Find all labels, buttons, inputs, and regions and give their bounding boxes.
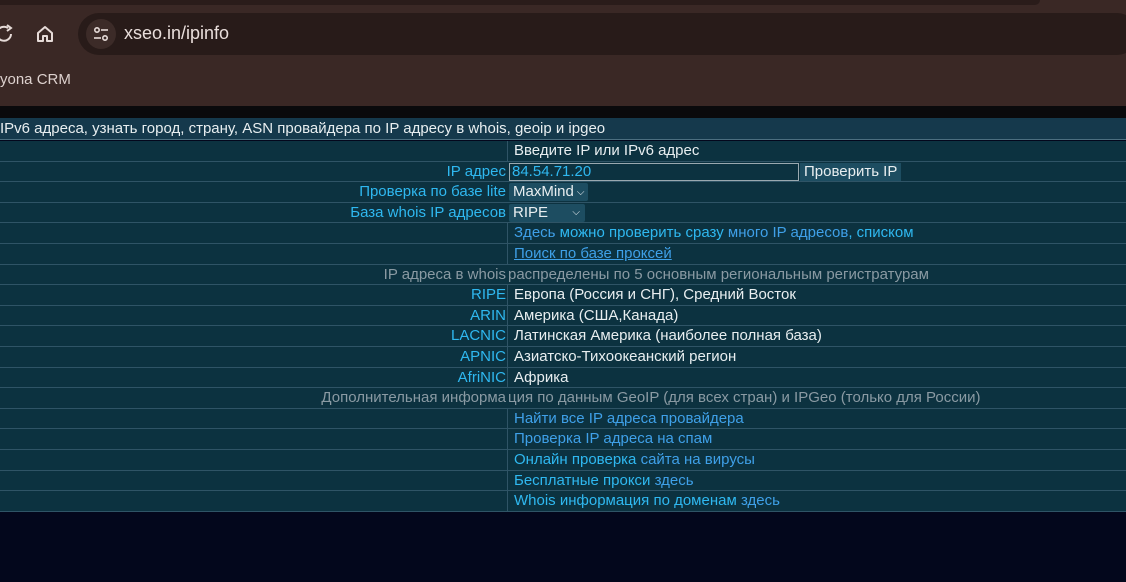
ip-input[interactable]: [509, 162, 799, 181]
check-ip-button[interactable]: Проверить IP: [800, 162, 902, 181]
browser-chrome: xseo.in/ipinfo yona CRM: [0, 0, 1126, 106]
chevron-down-icon: ⌵: [572, 206, 580, 218]
registry-desc: Африка: [507, 367, 1126, 388]
table-row: Проверка по базе lite MaxMind ⌵: [0, 182, 1126, 203]
free-proxy-link[interactable]: здесь: [650, 472, 694, 489]
table-row: Whois информация по доменам здесь: [0, 491, 1126, 512]
table-row: Введите IP или IPv6 адрес: [0, 141, 1126, 162]
registry-desc: Азиатско-Тихоокеанский регион: [507, 346, 1126, 367]
table-row: AfriNIC Африка: [0, 367, 1126, 389]
whois-select[interactable]: RIPE ⌵: [509, 203, 585, 222]
table-row: IP адреса в whois распределены по 5 осно…: [0, 264, 1126, 286]
table-row: ARIN Америка (США,Канада): [0, 305, 1126, 327]
table-row: APNIC Азиатско-Тихоокеанский регион: [0, 346, 1126, 368]
whois-label: База whois IP адресов: [350, 203, 506, 221]
table-row: Здесь можно проверить сразу много IP адр…: [0, 223, 1126, 244]
whois-domains-link[interactable]: здесь: [737, 492, 780, 509]
find-all-ips-link[interactable]: Найти все IP адреса провайдера: [514, 410, 744, 427]
site-info-icon[interactable]: [86, 19, 116, 49]
multi-ip-link-here[interactable]: Здесь: [514, 224, 555, 241]
registry-name: APNIC: [460, 347, 506, 365]
registry-name: ARIN: [470, 306, 506, 324]
online-check-link[interactable]: Онлайн проверка: [514, 451, 636, 468]
registries-header-a: IP адреса в whois: [383, 265, 506, 283]
table-row: IP адрес Проверить IP: [0, 161, 1126, 183]
ip-prompt: Введите IP или IPv6 адрес: [507, 141, 1126, 161]
home-icon[interactable]: [31, 20, 59, 48]
registry-desc: Латинская Америка (наиболее полная база): [507, 326, 1126, 346]
registry-name: RIPE: [470, 286, 506, 304]
chevron-down-icon: ⌵: [576, 187, 585, 199]
page-top-bar: [0, 106, 1126, 118]
table-row: Онлайн проверка сайта на вирусы: [0, 449, 1126, 471]
spam-check-link[interactable]: Проверка IP адреса на спам: [514, 430, 712, 447]
proxy-search-link[interactable]: Поиск по базе проксей: [514, 245, 672, 262]
table-row: Бесплатные прокси здесь: [0, 470, 1126, 492]
page-title: IPv6 адреса, узнать город, страну, ASN п…: [0, 118, 1126, 140]
table-row: База whois IP адресов RIPE ⌵: [0, 202, 1126, 224]
tab-strip-edge: [0, 0, 1040, 5]
free-proxy-label: Бесплатные прокси: [514, 471, 651, 489]
virus-check-link[interactable]: сайта на вирусы: [636, 451, 755, 468]
table-row: Дополнительная информа ция по данным Geo…: [0, 388, 1126, 409]
registry-desc: Америка (США,Канада): [507, 305, 1126, 326]
address-bar[interactable]: xseo.in/ipinfo: [78, 13, 1126, 55]
lite-label: Проверка по базе lite: [359, 183, 506, 201]
multi-ip-link[interactable]: много IP адресов: [728, 224, 848, 241]
whois-domains-label: Whois информация по доменам: [514, 492, 737, 510]
ip-label: IP адрес: [446, 162, 506, 180]
url-text[interactable]: xseo.in/ipinfo: [124, 23, 229, 44]
registry-name: AfriNIC: [457, 368, 506, 386]
extra-header-b: ция по данным GeoIP (для всех стран) и I…: [508, 389, 981, 407]
ip-info-table: Введите IP или IPv6 адрес IP адрес Прове…: [0, 141, 1126, 512]
registries-header-b: распределены по 5 основным региональным …: [508, 265, 929, 283]
bookmark-item[interactable]: yona CRM: [0, 71, 71, 88]
reload-icon[interactable]: [0, 20, 18, 48]
table-row: Поиск по базе проксей: [0, 243, 1126, 265]
registry-name: LACNIC: [450, 327, 506, 345]
table-row: RIPE Европа (Россия и СНГ), Средний Вост…: [0, 285, 1126, 306]
table-row: LACNIC Латинская Америка (наиболее полна…: [0, 326, 1126, 347]
table-row: Найти все IP адреса провайдера: [0, 408, 1126, 430]
table-row: Проверка IP адреса на спам: [0, 429, 1126, 450]
registry-desc: Европа (Россия и СНГ), Средний Восток: [507, 285, 1126, 305]
list-link[interactable]: списком: [857, 224, 914, 241]
lite-select[interactable]: MaxMind ⌵: [509, 183, 589, 202]
extra-header-a: Дополнительная информа: [321, 389, 506, 407]
